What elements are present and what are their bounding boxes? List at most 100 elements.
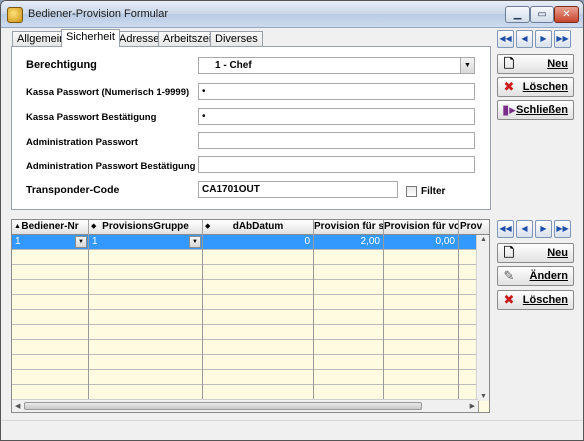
column-header-bediener-nr[interactable]: ▲ Bediener-Nr — [12, 220, 89, 235]
table-cell[interactable] — [314, 355, 384, 370]
table-cell[interactable] — [384, 385, 459, 400]
table-cell[interactable] — [384, 370, 459, 385]
next-record-icon[interactable]: ▶ — [535, 30, 552, 48]
previous-record-icon[interactable]: ◀ — [516, 30, 533, 48]
scroll-right-icon[interactable]: ▶ — [470, 402, 475, 410]
table-cell[interactable] — [89, 265, 203, 280]
table-cell[interactable] — [89, 280, 203, 295]
table-cell[interactable] — [12, 325, 89, 340]
table-cell[interactable]: 2,00 — [314, 235, 384, 250]
column-header-dabdatum[interactable]: ◆ dAbDatum — [203, 220, 314, 235]
table-cell[interactable] — [203, 250, 314, 265]
chevron-down-icon[interactable]: ▼ — [75, 236, 87, 248]
table-cell[interactable] — [314, 385, 384, 400]
table-cell[interactable] — [89, 385, 203, 400]
kassa-pw-field[interactable]: • — [198, 83, 475, 100]
tab-sicherheit[interactable]: Sicherheit — [61, 29, 120, 47]
table-cell[interactable]: 0 — [203, 235, 314, 250]
horizontal-scroll-thumb[interactable] — [24, 402, 422, 410]
horizontal-scrollbar[interactable]: ◀ ▶ — [12, 399, 478, 412]
table-cell[interactable] — [12, 295, 89, 310]
scroll-left-icon[interactable]: ◀ — [15, 402, 20, 410]
chevron-down-icon[interactable]: ▼ — [189, 236, 201, 248]
table-row[interactable] — [12, 385, 489, 400]
table-row[interactable] — [12, 310, 489, 325]
delete-button[interactable]: ✖ Löschen — [497, 77, 574, 97]
first-record-icon[interactable]: ◀◀ — [497, 30, 514, 48]
table-cell[interactable] — [89, 250, 203, 265]
table-cell[interactable] — [203, 295, 314, 310]
table-cell[interactable] — [203, 280, 314, 295]
column-header-prov[interactable]: Prov — [459, 220, 489, 235]
grid-last-record-icon[interactable]: ▶▶ — [554, 220, 571, 238]
table-cell[interactable] — [89, 310, 203, 325]
title-bar[interactable]: Bediener-Provision Formular ▁ ▭ ✕ — [1, 1, 583, 28]
minimize-button[interactable]: ▁ — [505, 6, 530, 23]
table-cell[interactable] — [12, 385, 89, 400]
table-cell[interactable] — [314, 265, 384, 280]
table-cell[interactable] — [12, 250, 89, 265]
table-row[interactable] — [12, 265, 489, 280]
table-cell[interactable] — [314, 370, 384, 385]
scroll-up-icon[interactable]: ▲ — [480, 236, 487, 243]
column-header-provisionsgruppe[interactable]: ◆ ProvisionsGruppe — [89, 220, 203, 235]
filter-checkbox[interactable] — [406, 186, 417, 197]
table-cell[interactable] — [384, 265, 459, 280]
table-cell[interactable] — [384, 250, 459, 265]
table-row[interactable] — [12, 295, 489, 310]
table-cell[interactable] — [314, 325, 384, 340]
column-header-provision-von[interactable]: Provision für von — [384, 220, 459, 235]
table-cell[interactable] — [89, 295, 203, 310]
grid-first-record-icon[interactable]: ◀◀ — [497, 220, 514, 238]
admin-pw-confirm-field[interactable] — [198, 156, 475, 173]
table-cell[interactable] — [89, 370, 203, 385]
last-record-icon[interactable]: ▶▶ — [554, 30, 571, 48]
scroll-down-icon[interactable]: ▼ — [480, 393, 487, 400]
table-cell[interactable] — [384, 310, 459, 325]
table-cell[interactable] — [384, 355, 459, 370]
table-cell[interactable] — [203, 265, 314, 280]
grid-edit-button[interactable]: ✎ Ändern — [497, 266, 574, 286]
table-cell[interactable] — [203, 385, 314, 400]
tab-diverses[interactable]: Diverses — [210, 31, 263, 46]
table-cell[interactable] — [12, 370, 89, 385]
table-cell[interactable] — [384, 295, 459, 310]
close-button[interactable]: ▮▸ Schließen — [497, 100, 574, 120]
table-row[interactable] — [12, 250, 489, 265]
table-cell[interactable] — [314, 250, 384, 265]
close-window-button[interactable]: ✕ — [554, 6, 579, 23]
grid-delete-button[interactable]: ✖ Löschen — [497, 290, 574, 310]
grid-new-button[interactable]: 🗋 Neu — [497, 243, 574, 263]
table-cell[interactable]: 1 ▼ — [89, 235, 203, 250]
table-cell[interactable]: 0,00 — [384, 235, 459, 250]
table-row[interactable] — [12, 355, 489, 370]
table-cell[interactable] — [203, 340, 314, 355]
kassa-pw-confirm-field[interactable]: • — [198, 108, 475, 125]
table-cell[interactable] — [314, 310, 384, 325]
maximize-button[interactable]: ▭ — [530, 6, 554, 23]
table-row[interactable] — [12, 340, 489, 355]
table-cell[interactable] — [89, 325, 203, 340]
table-cell[interactable] — [384, 340, 459, 355]
table-cell[interactable] — [203, 370, 314, 385]
table-cell[interactable] — [384, 325, 459, 340]
grid-previous-record-icon[interactable]: ◀ — [516, 220, 533, 238]
column-header-provision-se[interactable]: Provision für se — [314, 220, 384, 235]
transponder-field[interactable]: CA1701OUT — [198, 181, 398, 198]
berechtigung-select[interactable]: 1 - Chef ▼ — [198, 57, 475, 74]
table-cell[interactable] — [203, 355, 314, 370]
table-cell[interactable]: 1 ▼ — [12, 235, 89, 250]
table-cell[interactable] — [384, 280, 459, 295]
table-row[interactable] — [12, 370, 489, 385]
table-cell[interactable] — [89, 340, 203, 355]
vertical-scrollbar[interactable]: ▲ ▼ — [476, 235, 489, 401]
table-cell[interactable] — [203, 310, 314, 325]
table-cell[interactable] — [12, 280, 89, 295]
grid-next-record-icon[interactable]: ▶ — [535, 220, 552, 238]
new-button[interactable]: 🗋 Neu — [497, 54, 574, 74]
tab-adresse[interactable]: Adresse — [114, 31, 165, 46]
table-cell[interactable] — [12, 340, 89, 355]
table-cell[interactable] — [314, 340, 384, 355]
table-cell[interactable] — [203, 325, 314, 340]
admin-pw-field[interactable] — [198, 132, 475, 149]
